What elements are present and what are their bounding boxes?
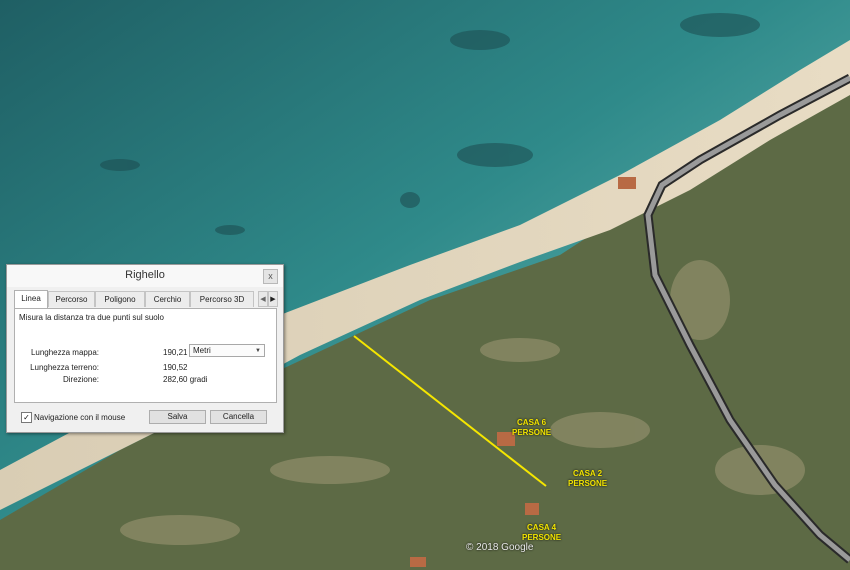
tab-scroll-left-icon[interactable]: ◀: [258, 291, 268, 307]
map-label-casa-6: CASA 6 PERSONE: [512, 418, 551, 438]
map-label-casa-4: CASA 4 PERSONE: [522, 523, 561, 543]
map-copyright: © 2018 Google: [466, 542, 534, 553]
map-label-line: CASA 2: [573, 469, 603, 478]
dialog-title-bar[interactable]: Righello x: [7, 265, 283, 287]
tab-scroll-right-icon[interactable]: ▶: [268, 291, 278, 307]
tab-poligono[interactable]: Poligono: [95, 291, 145, 307]
ground-length-value: 190,52: [163, 363, 188, 372]
map-length-value: 190,21: [163, 348, 188, 357]
map-label-casa-2: CASA 2 PERSONE: [568, 469, 607, 489]
panel-description: Misura la distanza tra due punti sul suo…: [19, 313, 164, 322]
heading-value: 282,60 gradi: [163, 375, 208, 384]
ground-length-label: Lunghezza terreno:: [30, 363, 99, 372]
close-icon[interactable]: x: [263, 269, 278, 284]
tab-percorso-3d[interactable]: Percorso 3D: [190, 291, 254, 307]
check-icon: ✓: [23, 413, 30, 422]
mouse-navigation-checkbox[interactable]: ✓: [21, 412, 32, 423]
save-button[interactable]: Salva: [149, 410, 206, 424]
heading-label: Direzione:: [62, 375, 99, 384]
ruler-dialog: Righello x Linea Percorso Poligono Cerch…: [6, 264, 284, 433]
mouse-navigation-label: Navigazione con il mouse: [34, 413, 126, 422]
map-label-line: CASA 4: [527, 523, 557, 532]
map-label-line: PERSONE: [568, 479, 608, 488]
map-length-label: Lunghezza mappa:: [30, 348, 99, 357]
cancel-button[interactable]: Cancella: [210, 410, 267, 424]
tab-cerchio[interactable]: Cerchio: [145, 291, 190, 307]
tab-percorso[interactable]: Percorso: [48, 291, 95, 307]
unit-select-value: Metri: [193, 346, 211, 355]
map-label-line: PERSONE: [512, 428, 552, 437]
unit-select[interactable]: Metri ▼: [189, 344, 265, 357]
chevron-down-icon: ▼: [255, 348, 261, 354]
map-label-line: CASA 6: [517, 418, 547, 427]
tab-linea[interactable]: Linea: [14, 290, 48, 308]
dialog-title: Righello: [125, 269, 165, 281]
